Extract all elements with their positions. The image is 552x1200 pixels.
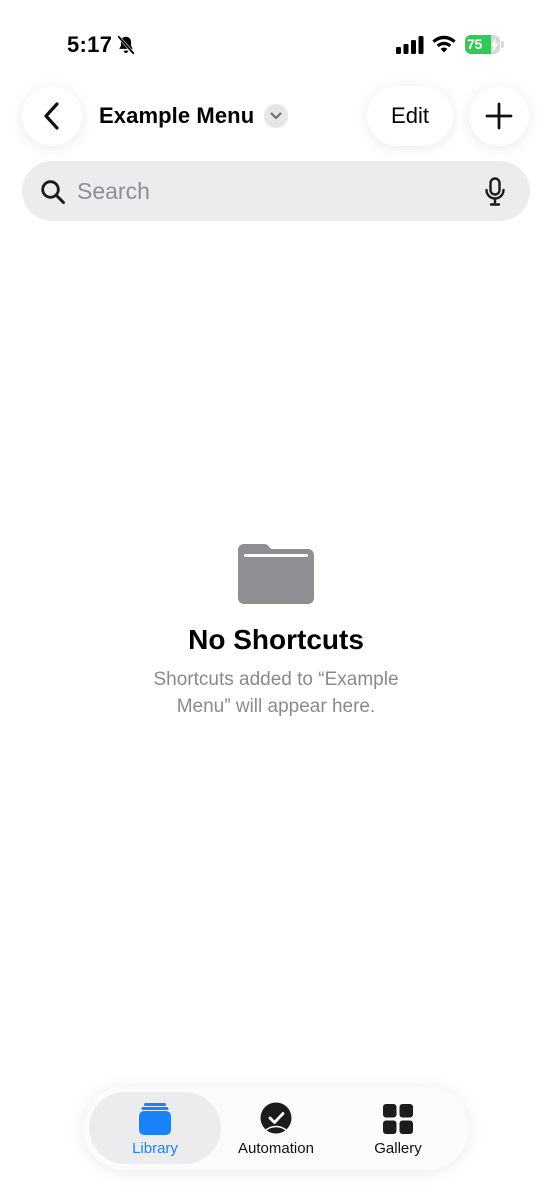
charging-bolt-icon [490,38,499,52]
battery-body: 75 [465,35,500,54]
plus-icon [485,102,513,130]
page-title: Example Menu [99,103,255,128]
status-time: 5:17 [67,32,113,57]
tab-label: Gallery [374,1140,422,1157]
edit-button[interactable]: Edit [367,86,453,146]
title-dropdown[interactable] [264,104,289,128]
tab-automation[interactable]: Automation [215,1092,337,1164]
status-bar: 5:17 75 [0,30,552,60]
add-button[interactable] [469,86,529,146]
empty-message: Shortcuts added to “Example Menu” will a… [153,669,399,717]
search-icon [41,180,65,204]
battery-cap [501,41,504,48]
battery-percent: 75 [467,36,482,52]
screen: 5:17 75 Example Menu Edit Search No Shor… [0,0,552,1200]
empty-state: No Shortcuts Shortcuts added to “Example… [0,540,552,720]
back-button[interactable] [22,86,82,146]
search-bar[interactable] [22,161,530,221]
tab-label: Automation [238,1140,314,1157]
tab-bar: Library Automation Gallery [83,1086,469,1170]
search-input[interactable] [77,175,477,207]
tab-label: Library [132,1140,178,1157]
mic-icon[interactable] [484,177,506,207]
chevron-left-icon [44,102,59,130]
wifi-icon [432,35,456,53]
library-icon [139,1103,171,1135]
folder-icon [238,544,314,604]
empty-title: No Shortcuts [188,624,364,655]
gallery-icon [383,1104,413,1134]
tab-library[interactable]: Library [89,1092,221,1164]
cellular-signal-icon [396,36,424,54]
tab-gallery[interactable]: Gallery [337,1092,459,1164]
title-menu[interactable]: Example Menu [99,100,289,132]
battery-indicator: 75 [465,35,505,55]
automation-icon [260,1102,292,1134]
chevron-down-icon [270,112,282,119]
bell-slash-icon [117,35,135,55]
